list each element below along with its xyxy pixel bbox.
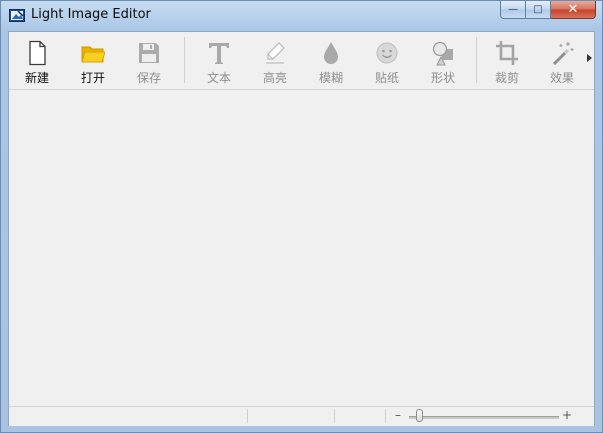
text-button[interactable]: 文本 (195, 38, 243, 86)
status-cell (335, 409, 386, 423)
crop-button-label: 裁剪 (494, 71, 519, 85)
close-button[interactable]: ✕ (551, 1, 596, 19)
new-button[interactable]: 新建 (13, 38, 61, 86)
blur-button-label: 模糊 (318, 71, 343, 85)
toolbar: 新建 打开 保存 文本 高亮 模糊 贴纸 形状 裁剪 效果 (9, 32, 594, 90)
zoom-slider-thumb[interactable] (416, 409, 424, 422)
zoom-in-icon[interactable]: + (562, 408, 572, 422)
window-controls: — □ ✕ (500, 1, 596, 21)
save-button-label: 保存 (136, 71, 161, 85)
sticker-button-label: 贴纸 (374, 71, 399, 85)
highlighter-pen-icon (266, 42, 285, 64)
app-logo-icon (9, 9, 25, 22)
magic-wand-icon (552, 42, 574, 66)
highlight-button-label: 高亮 (262, 71, 287, 85)
folder-open-icon (81, 46, 105, 63)
chevron-right-icon[interactable] (587, 54, 592, 62)
client-area: 新建 打开 保存 文本 高亮 模糊 贴纸 形状 裁剪 效果 – + (8, 31, 595, 426)
maximize-button[interactable]: □ (526, 1, 551, 19)
save-disk-icon (139, 43, 159, 63)
blur-drop-icon (324, 42, 338, 64)
title-bar[interactable]: Light Image Editor — □ ✕ (1, 1, 602, 29)
shape-button-label: 形状 (430, 71, 455, 85)
window-title: Light Image Editor (31, 7, 151, 22)
shapes-icon (432, 41, 453, 66)
effects-button-label: 效果 (549, 71, 574, 85)
zoom-slider[interactable] (409, 416, 559, 419)
toolbar-separator (184, 37, 185, 83)
save-button[interactable]: 保存 (125, 38, 173, 86)
text-t-icon (209, 43, 229, 64)
toolbar-separator (476, 37, 477, 83)
open-button[interactable]: 打开 (69, 38, 117, 86)
crop-button[interactable]: 裁剪 (483, 38, 531, 86)
blur-button[interactable]: 模糊 (307, 38, 355, 86)
effects-button[interactable]: 效果 (538, 38, 586, 86)
smiley-sticker-icon (376, 42, 398, 64)
image-canvas[interactable] (9, 90, 594, 406)
crop-icon (496, 41, 518, 65)
app-window: Light Image Editor — □ ✕ 新建 打开 保存 文本 高亮 … (0, 0, 603, 433)
text-button-label: 文本 (206, 71, 231, 85)
sticker-button[interactable]: 贴纸 (363, 38, 411, 86)
minimize-button[interactable]: — (500, 1, 526, 19)
open-button-label: 打开 (80, 71, 105, 85)
new-button-label: 新建 (24, 71, 49, 85)
close-icon: ✕ (567, 2, 579, 17)
maximize-icon: □ (533, 4, 543, 15)
status-cell (9, 409, 248, 423)
minimize-icon: — (508, 4, 518, 15)
status-bar: – + (9, 406, 594, 426)
status-cell (248, 409, 335, 423)
new-document-icon (29, 40, 46, 66)
zoom-out-icon[interactable]: – (395, 408, 401, 422)
shape-button[interactable]: 形状 (419, 38, 467, 86)
highlight-button[interactable]: 高亮 (251, 38, 299, 86)
